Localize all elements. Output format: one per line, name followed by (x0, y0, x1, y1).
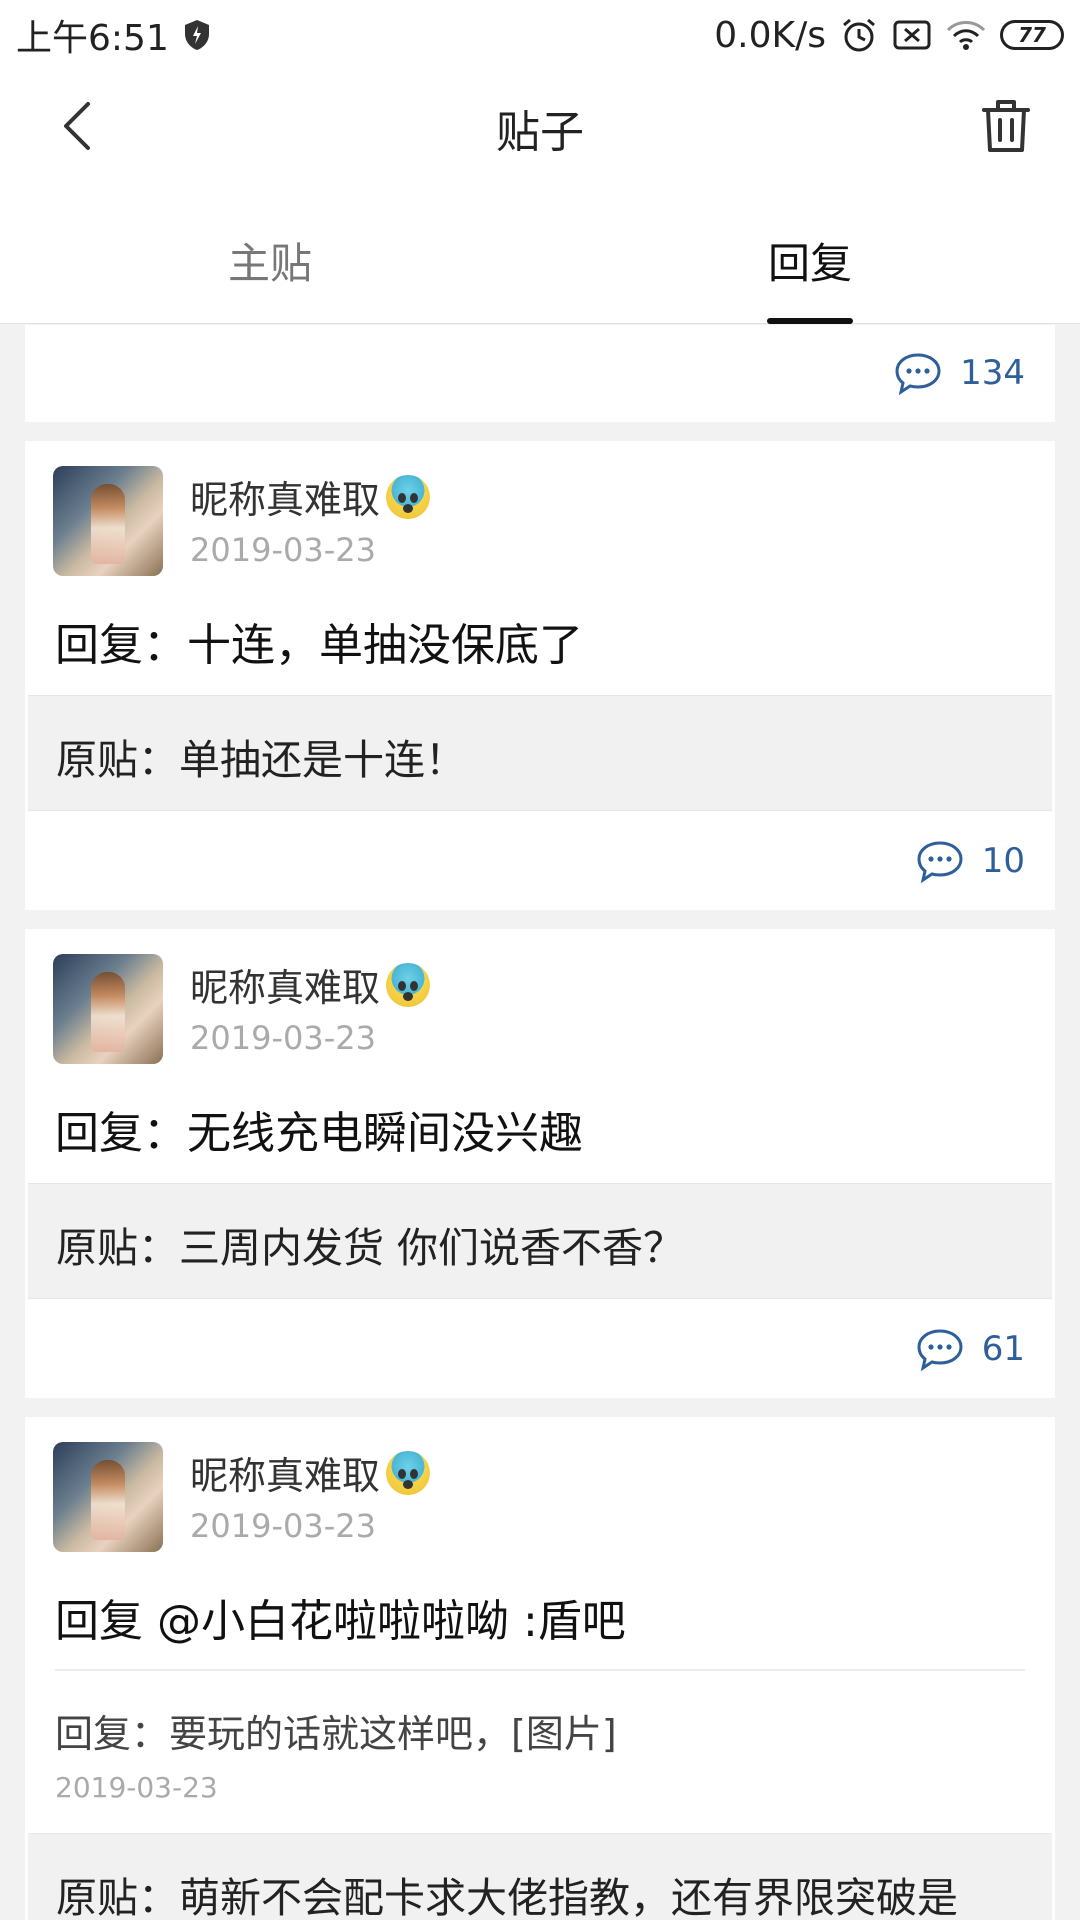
page: 上午6:51 0.0K/s 77 贴子 主贴 回复 134 昵称真难取 2019… (0, 0, 1080, 1920)
status-bar-right: 0.0K/s 77 (714, 15, 1064, 56)
post-card-partial: 134 (25, 325, 1055, 422)
comment-count[interactable]: 10 (916, 839, 1025, 883)
sim-off-icon (893, 20, 931, 50)
comment-icon (917, 1329, 963, 1371)
status-bar-left: 上午6:51 (16, 9, 211, 61)
post-date: 2019-03-23 (190, 531, 376, 569)
original-post-quote[interactable]: 原贴：单抽还是十连！ (28, 695, 1052, 811)
avatar[interactable] (53, 466, 163, 576)
status-time: 上午6:51 (16, 18, 169, 59)
username-text: 昵称真难取 (190, 966, 381, 1010)
alarm-icon (843, 18, 875, 52)
reply-text: 回复：十连，单抽没保底了 (55, 620, 583, 671)
network-speed: 0.0K/s (714, 14, 826, 56)
wifi-icon (946, 21, 986, 50)
original-post-text: 原贴：三周内发货 你们说香不香？ (56, 1224, 685, 1272)
comment-icon (917, 841, 963, 883)
battery-level: 77 (1018, 23, 1046, 47)
anxious-face-emoji-icon (386, 474, 431, 519)
original-post-text: 原贴：萌新不会配卡求大佬指教，还有界限突破是 (56, 1874, 958, 1920)
comment-count-value: 10 (981, 841, 1025, 881)
post-date: 2019-03-23 (190, 1019, 376, 1057)
reply-card[interactable]: 昵称真难取 2019-03-23 回复：十连，单抽没保底了 原贴：单抽还是十连！… (25, 441, 1055, 910)
avatar[interactable] (53, 1442, 163, 1552)
reply-card[interactable]: 昵称真难取 2019-03-23 回复 @小白花啦啦啦呦 :盾吧 回复：要玩的话… (25, 1417, 1055, 1920)
app-header: 贴子 (0, 70, 1080, 182)
tab-replies[interactable]: 回复 (690, 230, 930, 291)
comment-count[interactable]: 61 (916, 1327, 1025, 1371)
post-date: 2019-03-23 (190, 1507, 376, 1545)
original-post-quote[interactable]: 原贴：三周内发货 你们说香不香？ (28, 1183, 1052, 1299)
username-text: 昵称真难取 (190, 478, 381, 522)
reply-text: 回复 @小白花啦啦啦呦 :盾吧 (55, 1596, 626, 1647)
original-post-quote[interactable]: 原贴：萌新不会配卡求大佬指教，还有界限突破是 (28, 1833, 1052, 1920)
reply-card[interactable]: 昵称真难取 2019-03-23 回复：无线充电瞬间没兴趣 原贴：三周内发货 你… (25, 929, 1055, 1398)
battery-icon: 77 (1000, 20, 1064, 50)
comment-count-value: 61 (981, 1329, 1025, 1369)
username-text: 昵称真难取 (190, 1454, 381, 1498)
original-post-text: 原贴：单抽还是十连！ (56, 736, 466, 784)
username: 昵称真难取 (190, 957, 431, 1012)
active-tab-indicator (767, 318, 853, 324)
reply-text: 回复：无线充电瞬间没兴趣 (55, 1108, 583, 1159)
username: 昵称真难取 (190, 469, 431, 524)
comment-count[interactable]: 134 (894, 351, 1025, 395)
sub-reply-text: 回复：要玩的话就这样吧，[图片] (55, 1712, 617, 1756)
anxious-face-emoji-icon (386, 962, 431, 1007)
sub-reply-date: 2019-03-23 (55, 1771, 218, 1804)
tab-main-post[interactable]: 主贴 (150, 230, 390, 291)
page-title: 贴子 (496, 107, 584, 158)
username: 昵称真难取 (190, 1445, 431, 1500)
shield-icon (184, 20, 209, 50)
tab-bar: 主贴 回复 (0, 182, 1080, 324)
trash-icon[interactable] (976, 96, 1036, 156)
anxious-face-emoji-icon (386, 1450, 431, 1495)
comment-count-value: 134 (960, 353, 1025, 393)
divider (55, 1669, 1025, 1671)
status-bar: 上午6:51 0.0K/s 77 (0, 0, 1080, 70)
avatar[interactable] (53, 954, 163, 1064)
comment-icon (895, 353, 941, 395)
